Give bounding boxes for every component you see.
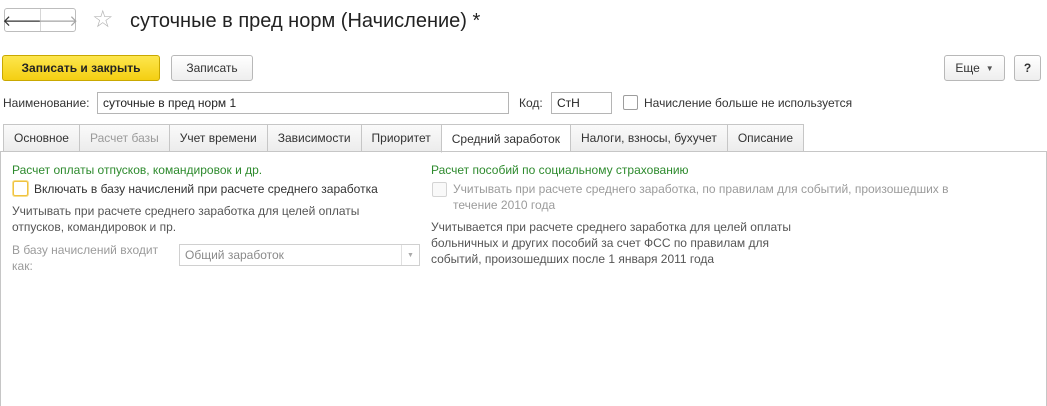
arrow-right-icon: 🡒 bbox=[37, 12, 79, 30]
benefits-section-title: Расчет пособий по социальному страховани… bbox=[431, 163, 689, 177]
forward-button[interactable]: 🡒 bbox=[37, 9, 79, 31]
name-field[interactable]: суточные в пред норм 1 bbox=[97, 92, 509, 114]
save-and-close-button[interactable]: Записать и закрыть bbox=[2, 55, 160, 81]
code-label: Код: bbox=[519, 96, 543, 110]
base-type-label: В базу начислений входит как: bbox=[12, 242, 158, 274]
benefits-2010-checkbox[interactable] bbox=[432, 182, 447, 197]
vacation-description-line: Учитывать при расчете среднего заработка… bbox=[12, 204, 360, 218]
more-button[interactable]: Еще ▼ bbox=[944, 55, 1005, 81]
tab-base-calculation[interactable]: Расчет базы bbox=[78, 124, 169, 152]
tab-priority[interactable]: Приоритет bbox=[360, 124, 441, 152]
help-button[interactable]: ? bbox=[1014, 55, 1041, 81]
save-button[interactable]: Записать bbox=[171, 55, 253, 81]
benefits-description: Учитывается при расчете среднего заработ… bbox=[431, 219, 791, 267]
tab-taxes[interactable]: Налоги, взносы, бухучет bbox=[569, 124, 727, 152]
vacation-description: Учитывать при расчете среднего заработка… bbox=[12, 203, 359, 235]
tab-bar: Основное Расчет базы Учет времени Зависи… bbox=[3, 124, 805, 153]
benefits-2010-label: Учитывать при расчете среднего заработка… bbox=[453, 181, 949, 213]
base-type-select[interactable]: Общий заработок ▼ bbox=[179, 244, 420, 266]
base-type-label-line: как: bbox=[12, 259, 33, 273]
base-type-label-line: В базу начислений входит bbox=[12, 243, 159, 257]
tab-main[interactable]: Основное bbox=[3, 124, 79, 152]
tab-description[interactable]: Описание bbox=[726, 124, 805, 152]
benefits-description-line: Учитывается при расчете среднего заработ… bbox=[431, 220, 791, 234]
code-field[interactable]: СтН bbox=[551, 92, 612, 114]
tab-average-earnings[interactable]: Средний заработок bbox=[440, 124, 570, 153]
base-type-value: Общий заработок bbox=[185, 248, 284, 262]
tab-time-accounting[interactable]: Учет времени bbox=[168, 124, 267, 152]
more-button-label: Еще bbox=[955, 61, 980, 75]
arrow-left-icon: 🡐 bbox=[2, 12, 43, 30]
include-in-base-checkbox[interactable] bbox=[13, 181, 28, 196]
unused-checkbox-label: Начисление больше не используется bbox=[644, 96, 853, 110]
unused-checkbox[interactable] bbox=[623, 95, 638, 110]
tab-dependencies[interactable]: Зависимости bbox=[266, 124, 361, 152]
benefits-2010-label-line: течение 2010 года bbox=[453, 198, 556, 212]
benefits-description-line: больничных и других пособий за счет ФСС … bbox=[431, 236, 770, 250]
back-button[interactable]: 🡐 bbox=[2, 9, 43, 31]
vacation-description-line: отпусков, командировок и пр. bbox=[12, 220, 177, 234]
benefits-2010-label-line: Учитывать при расчете среднего заработка… bbox=[453, 182, 949, 196]
chevron-down-icon: ▼ bbox=[985, 63, 994, 73]
benefits-description-line: событий, произошедших после 1 января 201… bbox=[431, 252, 715, 266]
name-label: Наименование: bbox=[3, 96, 90, 110]
vacation-section-title: Расчет оплаты отпусков, командировок и д… bbox=[12, 163, 263, 177]
page-title: суточные в пред норм (Начисление) * bbox=[130, 10, 481, 32]
include-in-base-label: Включать в базу начислений при расчете с… bbox=[34, 182, 378, 196]
star-icon[interactable]: ☆ bbox=[92, 6, 114, 34]
navigation-buttons: 🡐 🡒 bbox=[2, 8, 79, 32]
chevron-down-icon: ▼ bbox=[401, 245, 419, 265]
